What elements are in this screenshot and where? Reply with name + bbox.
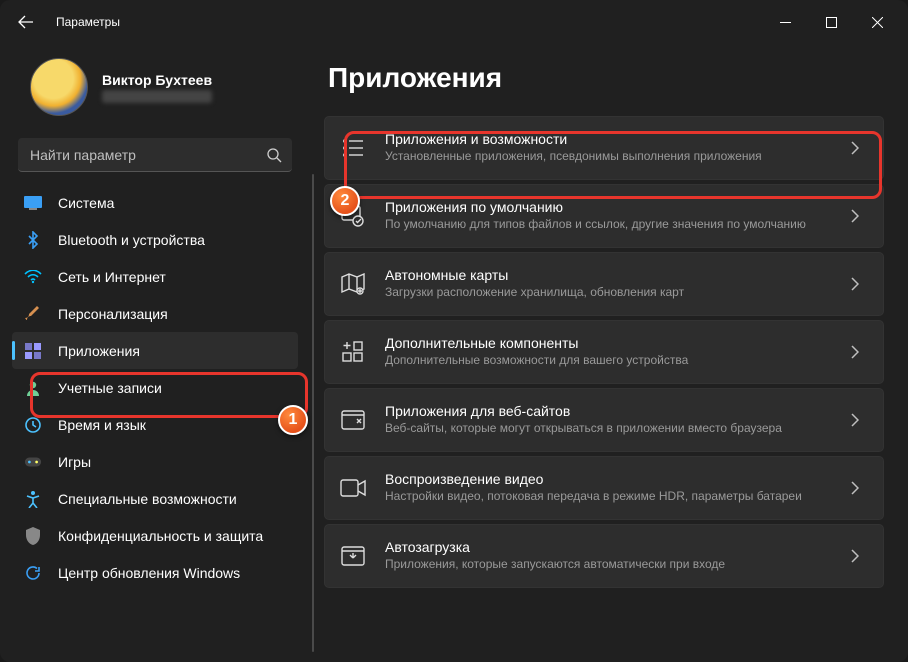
nav-item-privacy[interactable]: Конфиденциальность и защита: [12, 517, 298, 554]
nav-item-bluetooth[interactable]: Bluetooth и устройства: [12, 221, 298, 258]
profile-name: Виктор Бухтеев: [102, 72, 212, 88]
card-title: Воспроизведение видео: [385, 471, 833, 487]
card-video-playback[interactable]: Воспроизведение видео Настройки видео, п…: [324, 456, 884, 520]
shield-icon: [24, 527, 42, 545]
search-input[interactable]: [18, 138, 292, 172]
startup-icon: [339, 542, 367, 570]
list-icon: [339, 134, 367, 162]
components-icon: [339, 338, 367, 366]
maximize-icon: [826, 17, 837, 28]
content-pane: Приложения Приложения и возможности Уста…: [310, 44, 908, 662]
card-title: Автозагрузка: [385, 539, 833, 555]
window-link-icon: [339, 406, 367, 434]
profile-block[interactable]: Виктор Бухтеев: [12, 54, 298, 134]
nav-item-time[interactable]: Время и язык: [12, 406, 298, 443]
wifi-icon: [24, 268, 42, 286]
nav-item-personalization[interactable]: Персонализация: [12, 295, 298, 332]
nav-item-apps[interactable]: Приложения: [12, 332, 298, 369]
nav-label: Приложения: [58, 343, 140, 359]
nav-label: Время и язык: [58, 417, 146, 433]
scrollbar[interactable]: [312, 174, 314, 652]
search-field[interactable]: [18, 138, 292, 172]
card-subtitle: Веб-сайты, которые могут открываться в п…: [385, 421, 833, 437]
nav-item-gaming[interactable]: Игры: [12, 443, 298, 480]
page-title: Приложения: [328, 62, 884, 94]
card-title: Дополнительные компоненты: [385, 335, 833, 351]
card-subtitle: Загрузки расположение хранилища, обновле…: [385, 285, 833, 301]
chevron-right-icon: [851, 549, 865, 563]
nav-label: Игры: [58, 454, 91, 470]
card-title: Приложения и возможности: [385, 131, 833, 147]
update-icon: [24, 564, 42, 582]
window-controls: [762, 6, 900, 38]
chevron-right-icon: [851, 209, 865, 223]
card-offline-maps[interactable]: Автономные карты Загрузки расположение х…: [324, 252, 884, 316]
nav-label: Специальные возможности: [58, 491, 237, 507]
card-startup[interactable]: Автозагрузка Приложения, которые запуска…: [324, 524, 884, 588]
maximize-button[interactable]: [808, 6, 854, 38]
card-title: Приложения по умолчанию: [385, 199, 833, 215]
card-apps-features[interactable]: Приложения и возможности Установленные п…: [324, 116, 884, 180]
nav-label: Центр обновления Windows: [58, 565, 240, 581]
nav-label: Система: [58, 195, 114, 211]
back-button[interactable]: [8, 4, 44, 40]
card-title: Автономные карты: [385, 267, 833, 283]
card-title: Приложения для веб-сайтов: [385, 403, 833, 419]
card-subtitle: Установленные приложения, псевдонимы вып…: [385, 149, 833, 165]
nav-item-network[interactable]: Сеть и Интернет: [12, 258, 298, 295]
nav-item-accessibility[interactable]: Специальные возможности: [12, 480, 298, 517]
chevron-right-icon: [851, 413, 865, 427]
close-icon: [872, 17, 883, 28]
nav-label: Персонализация: [58, 306, 168, 322]
profile-email: [102, 90, 212, 103]
video-icon: [339, 474, 367, 502]
system-icon: [24, 194, 42, 212]
bluetooth-icon: [24, 231, 42, 249]
nav-item-update[interactable]: Центр обновления Windows: [12, 554, 298, 591]
brush-icon: [24, 305, 42, 323]
settings-card-list: Приложения и возможности Установленные п…: [324, 116, 884, 588]
chevron-right-icon: [851, 481, 865, 495]
card-default-apps[interactable]: Приложения по умолчанию По умолчанию для…: [324, 184, 884, 248]
nav-item-system[interactable]: Система: [12, 184, 298, 221]
person-icon: [24, 379, 42, 397]
nav-label: Bluetooth и устройства: [58, 232, 205, 248]
chevron-right-icon: [851, 141, 865, 155]
avatar: [30, 58, 88, 116]
card-apps-websites[interactable]: Приложения для веб-сайтов Веб-сайты, кот…: [324, 388, 884, 452]
settings-window: Параметры Виктор Бухтеев: [0, 0, 908, 662]
card-subtitle: Дополнительные возможности для вашего ус…: [385, 353, 833, 369]
accessibility-icon: [24, 490, 42, 508]
clock-icon: [24, 416, 42, 434]
titlebar: Параметры: [0, 0, 908, 44]
nav-item-accounts[interactable]: Учетные записи: [12, 369, 298, 406]
card-optional-features[interactable]: Дополнительные компоненты Дополнительные…: [324, 320, 884, 384]
arrow-left-icon: [18, 14, 34, 30]
minimize-button[interactable]: [762, 6, 808, 38]
sidebar: Виктор Бухтеев Система: [0, 44, 310, 662]
chevron-right-icon: [851, 345, 865, 359]
card-subtitle: Приложения, которые запускаются автомати…: [385, 557, 833, 573]
search-icon: [266, 147, 282, 163]
window-title: Параметры: [56, 15, 120, 29]
gamepad-icon: [24, 453, 42, 471]
card-subtitle: Настройки видео, потоковая передача в ре…: [385, 489, 833, 505]
minimize-icon: [780, 17, 791, 28]
nav-label: Учетные записи: [58, 380, 162, 396]
map-icon: [339, 270, 367, 298]
nav-label: Сеть и Интернет: [58, 269, 166, 285]
nav-label: Конфиденциальность и защита: [58, 528, 263, 544]
apps-icon: [24, 342, 42, 360]
default-apps-icon: [339, 202, 367, 230]
nav-list: Система Bluetooth и устройства Сеть и Ин…: [12, 184, 298, 591]
card-subtitle: По умолчанию для типов файлов и ссылок, …: [385, 217, 833, 233]
close-button[interactable]: [854, 6, 900, 38]
chevron-right-icon: [851, 277, 865, 291]
